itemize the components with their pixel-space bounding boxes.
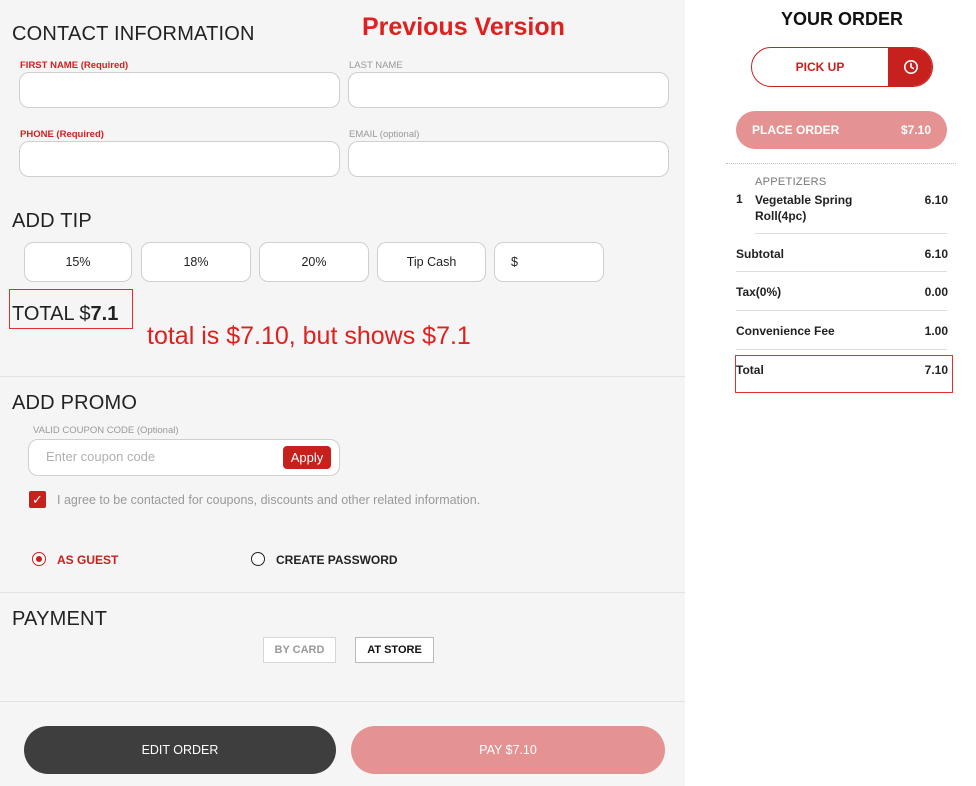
divider: [736, 310, 947, 311]
last-name-label: LAST NAME: [349, 60, 403, 71]
subtotal-label: Subtotal: [736, 247, 784, 261]
coupon-label: VALID COUPON CODE (Optional): [33, 425, 179, 436]
custom-tip-input[interactable]: $: [494, 242, 604, 282]
category-label: APPETIZERS: [755, 176, 827, 188]
pickup-toggle[interactable]: PICK UP: [751, 47, 933, 87]
agree-checkbox[interactable]: ✓: [29, 491, 46, 508]
email-input[interactable]: [348, 141, 669, 177]
tip-cash-button[interactable]: Tip Cash: [377, 242, 486, 282]
create-password-label[interactable]: CREATE PASSWORD: [276, 553, 398, 567]
version-annotation: Previous Version: [362, 13, 565, 41]
agree-text: I agree to be contacted for coupons, dis…: [57, 493, 481, 507]
place-order-label: PLACE ORDER: [752, 123, 840, 137]
payment-section-title: PAYMENT: [12, 608, 108, 630]
create-password-radio[interactable]: [251, 552, 265, 566]
last-name-input[interactable]: [348, 72, 669, 108]
item-price: 6.10: [924, 193, 948, 207]
edit-order-button[interactable]: EDIT ORDER: [24, 726, 336, 774]
convenience-fee-value: 1.00: [924, 324, 948, 338]
tax-value: 0.00: [924, 285, 948, 299]
as-guest-label[interactable]: AS GUEST: [57, 553, 118, 567]
clock-icon: [904, 60, 918, 74]
convenience-fee-label: Convenience Fee: [736, 324, 835, 338]
coupon-input[interactable]: [46, 449, 266, 464]
divider: [736, 271, 947, 272]
total-annotation: total is $7.10, but shows $7.1: [147, 322, 471, 350]
promo-section-title: ADD PROMO: [12, 392, 138, 414]
first-name-label: FIRST NAME (Required): [20, 60, 129, 71]
divider: [0, 592, 685, 593]
tip-20-button[interactable]: 20%: [259, 242, 369, 282]
place-order-amount: $7.10: [900, 123, 931, 137]
item-quantity: 1: [736, 192, 743, 206]
phone-input[interactable]: [19, 141, 340, 177]
item-name: Vegetable Spring Roll(4pc): [755, 193, 853, 223]
order-title: YOUR ORDER: [781, 9, 904, 29]
divider: [736, 349, 947, 350]
divider: [726, 163, 956, 164]
checkmark-icon: ✓: [32, 492, 43, 507]
at-store-button[interactable]: AT STORE: [355, 637, 434, 663]
subtotal-value: 6.10: [924, 247, 948, 261]
as-guest-radio[interactable]: [32, 552, 46, 566]
divider: [0, 701, 685, 702]
place-order-button[interactable]: PLACE ORDER $7.10: [736, 111, 947, 149]
tax-label: Tax(0%): [736, 285, 782, 299]
phone-label: PHONE (Required): [20, 129, 104, 140]
divider: [0, 376, 685, 377]
tip-18-button[interactable]: 18%: [141, 242, 251, 282]
pay-button[interactable]: PAY $7.10: [351, 726, 665, 774]
tip-section-title: ADD TIP: [12, 210, 92, 232]
total-highlight-box: [9, 289, 133, 329]
schedule-time-button[interactable]: [888, 48, 932, 86]
tip-15-button[interactable]: 15%: [24, 242, 132, 282]
contact-section-title: CONTACT INFORMATION: [12, 23, 255, 45]
total-highlight-box: [735, 355, 953, 393]
by-card-button[interactable]: BY CARD: [263, 637, 336, 663]
email-label: EMAIL (optional): [349, 129, 420, 140]
pickup-label: PICK UP: [795, 60, 845, 74]
apply-coupon-button[interactable]: Apply: [283, 446, 331, 469]
first-name-input[interactable]: [19, 72, 340, 108]
divider: [755, 233, 947, 234]
